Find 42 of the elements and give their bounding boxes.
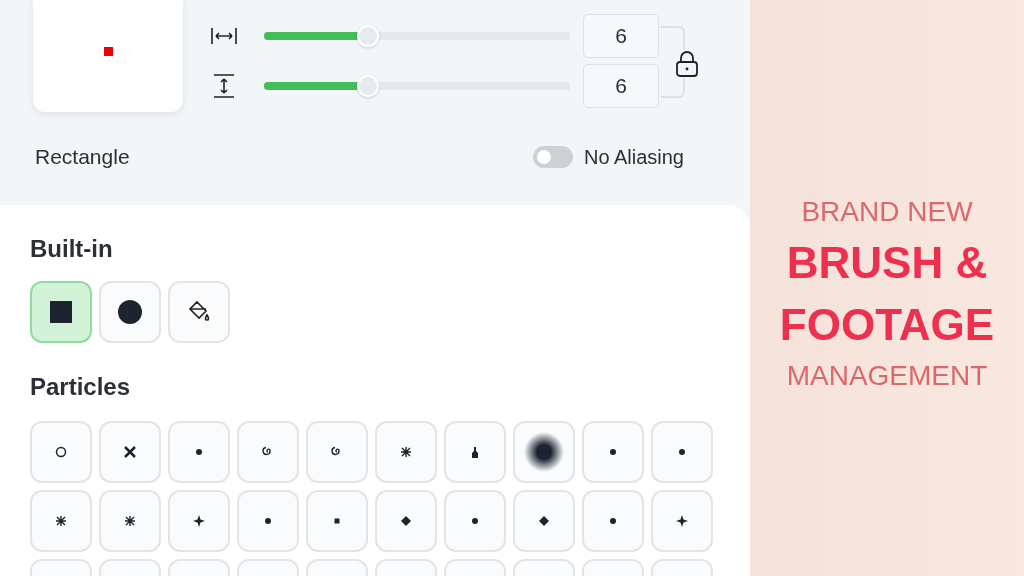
brush-button[interactable]	[168, 281, 230, 343]
section-title: Built-in	[30, 235, 114, 263]
square-icon	[50, 301, 72, 323]
shape-label: Rectangle	[35, 145, 130, 169]
brush-button[interactable]	[30, 281, 92, 343]
promo-headline: FOOTAGE	[779, 299, 995, 351]
lock-icon[interactable]	[675, 50, 699, 78]
bottle-icon	[469, 446, 481, 458]
star-icon	[55, 515, 67, 527]
spiral-icon	[331, 446, 343, 458]
promo-headline: BRUSH &	[786, 237, 988, 289]
width-icon	[210, 26, 238, 46]
spiral-icon	[262, 446, 274, 458]
promo-text: MANAGEMENT	[786, 360, 988, 392]
plus-icon	[193, 515, 205, 527]
plus-icon	[676, 515, 688, 527]
diamond-icon	[400, 515, 412, 527]
dot-icon	[676, 446, 688, 458]
circle-icon	[118, 300, 142, 324]
size-input[interactable]: 6	[583, 14, 659, 58]
particle-brush-button[interactable]	[513, 421, 575, 483]
section-title: Particles	[30, 373, 132, 401]
paint-bucket-icon	[186, 300, 212, 324]
dot-icon	[193, 446, 205, 458]
toggle-switch[interactable]	[532, 146, 573, 168]
promo-text: BRAND NEW	[801, 196, 973, 228]
slider-thumb[interactable]	[357, 25, 380, 47]
cross-icon	[124, 446, 136, 458]
slider-thumb[interactable]	[357, 75, 380, 97]
brush-button[interactable]	[99, 281, 161, 343]
dot-icon	[469, 515, 481, 527]
star-icon	[400, 446, 412, 458]
blur-icon	[524, 432, 564, 472]
square-icon	[103, 46, 113, 56]
diamond-icon	[538, 515, 550, 527]
size-input[interactable]: 6	[583, 64, 659, 108]
ring-icon	[55, 446, 67, 458]
star-icon	[124, 515, 136, 527]
toggle-label: No Aliasing	[583, 145, 684, 169]
dot-icon	[607, 446, 619, 458]
dot-icon	[262, 515, 274, 527]
dot-icon	[607, 515, 619, 527]
